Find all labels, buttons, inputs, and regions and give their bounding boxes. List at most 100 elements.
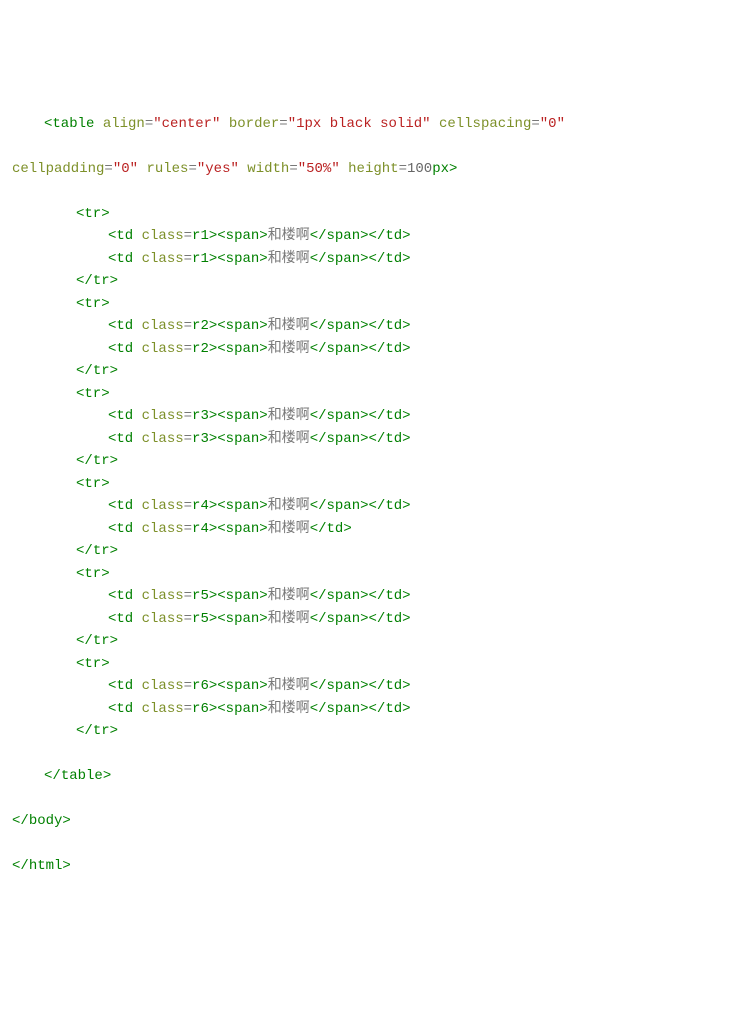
tag-close-bracket: > — [110, 543, 118, 559]
attr-value-unquoted: r1 — [192, 251, 209, 267]
code-line: </tr> — [0, 360, 731, 383]
tag-open-bracket: < — [108, 701, 116, 717]
attr-value: "center" — [153, 116, 220, 132]
code-line: <td class=r5><span>和楼啊</span></td> — [0, 608, 731, 631]
tag-name: td — [385, 611, 402, 627]
tag-close-bracket: > — [343, 521, 351, 537]
tag-name: tr — [93, 273, 110, 289]
tag-close: </ — [310, 498, 327, 514]
code-line: <td class=r3><span>和楼啊</span></td> — [0, 428, 731, 451]
tag-close-bracket: > — [402, 588, 410, 604]
tag-name: td — [385, 318, 402, 334]
tag-name: span — [327, 228, 361, 244]
tag-name: td — [385, 431, 402, 447]
tag-close-bracket: > — [110, 273, 118, 289]
code-line: </body> — [0, 810, 731, 833]
tag-close-bracket: > — [259, 588, 267, 604]
code-line: <td class=r3><span>和楼啊</span></td> — [0, 405, 731, 428]
tag-name: td — [385, 251, 402, 267]
tag-close: </ — [369, 498, 386, 514]
tag-open-bracket: < — [217, 701, 225, 717]
code-line: <td class=r4><span>和楼啊</td> — [0, 518, 731, 541]
tag-name: tr — [84, 656, 101, 672]
attr-name: class — [142, 251, 184, 267]
code-line: <td class=r1><span>和楼啊</span></td> — [0, 248, 731, 271]
attr-value: "0" — [113, 161, 138, 177]
tag-open-bracket: < — [108, 678, 116, 694]
tag-open-bracket: < — [217, 521, 225, 537]
tag-name: span — [327, 498, 361, 514]
code-line: <td class=r6><span>和楼啊</span></td> — [0, 698, 731, 721]
code-line: </tr> — [0, 630, 731, 653]
attr-value-unquoted: r3 — [192, 408, 209, 424]
tag-name: td — [385, 228, 402, 244]
tag-name: td — [116, 251, 133, 267]
tag-name: td — [116, 228, 133, 244]
tag-open-bracket: < — [217, 611, 225, 627]
tag-close: </ — [12, 813, 29, 829]
tag-name: span — [226, 521, 260, 537]
tag-name: tr — [93, 723, 110, 739]
tag-close-bracket: > — [360, 498, 368, 514]
tag-close-bracket: > — [209, 678, 217, 694]
tag-name: span — [327, 588, 361, 604]
equals-sign: = — [184, 341, 192, 357]
tag-close-bracket: > — [101, 566, 109, 582]
attr-value-unquoted: r1 — [192, 228, 209, 244]
tag-close: </ — [310, 678, 327, 694]
tag-name: td — [385, 498, 402, 514]
tag-name: span — [226, 318, 260, 334]
equals-sign: = — [289, 161, 297, 177]
code-line: <tr> — [0, 563, 731, 586]
attr-name: cellpadding — [12, 161, 104, 177]
tag-close-bracket: > — [209, 341, 217, 357]
tag-name: span — [226, 701, 260, 717]
equals-sign: = — [188, 161, 196, 177]
tag-close-bracket: > — [360, 228, 368, 244]
equals-sign: = — [184, 678, 192, 694]
rows-container: <tr><td class=r1><span>和楼啊</span></td><t… — [0, 203, 731, 743]
tag-close: </ — [310, 701, 327, 717]
tag-close-bracket: > — [259, 611, 267, 627]
tag-name: td — [116, 408, 133, 424]
attr-value-unquoted: r5 — [192, 611, 209, 627]
attr-name: class — [142, 228, 184, 244]
tag-name: span — [327, 341, 361, 357]
tag-open-bracket: < — [217, 678, 225, 694]
attr-name: cellspacing — [439, 116, 531, 132]
tag-close-bracket: > — [402, 678, 410, 694]
tag-close-bracket: > — [402, 701, 410, 717]
tag-close: </ — [369, 701, 386, 717]
number-value: 100 — [407, 161, 432, 177]
tag-close: </ — [369, 318, 386, 334]
tag-close: </ — [76, 453, 93, 469]
equals-sign: = — [184, 521, 192, 537]
attr-value-unquoted: r2 — [192, 341, 209, 357]
attr-name: class — [142, 588, 184, 604]
tag-name: span — [226, 588, 260, 604]
tag-name: td — [385, 678, 402, 694]
tag-open-bracket: < — [217, 431, 225, 447]
tag-close: </ — [369, 588, 386, 604]
text-content: 和楼啊 — [268, 701, 310, 717]
tag-close-bracket: > — [402, 498, 410, 514]
code-line: <tr> — [0, 203, 731, 226]
tag-close-bracket: > — [402, 611, 410, 627]
tag-close-bracket: > — [449, 161, 457, 177]
tag-close: </ — [310, 251, 327, 267]
equals-sign: = — [184, 251, 192, 267]
code-block: <table align="center" border="1px black … — [0, 90, 731, 900]
equals-sign: = — [531, 116, 539, 132]
tag-close-bracket: > — [110, 453, 118, 469]
tag-name: td — [116, 678, 133, 694]
tag-name: td — [385, 588, 402, 604]
tag-name: td — [327, 521, 344, 537]
code-line: <tr> — [0, 383, 731, 406]
tag-name: tr — [84, 476, 101, 492]
tag-name: span — [226, 251, 260, 267]
tag-name: tr — [84, 206, 101, 222]
tag-name: td — [116, 431, 133, 447]
code-line: <td class=r4><span>和楼啊</span></td> — [0, 495, 731, 518]
tag-name: td — [385, 701, 402, 717]
tag-close-bracket: > — [360, 318, 368, 334]
